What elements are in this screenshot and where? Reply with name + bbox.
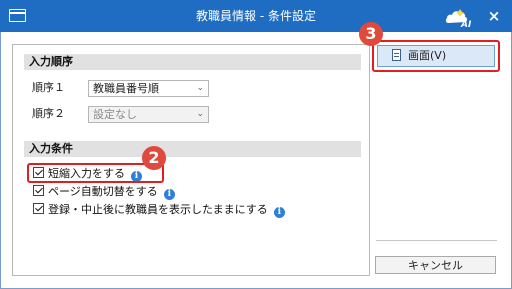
cancel-button[interactable]: キャンセル [375, 256, 496, 274]
sort-order-1-select[interactable]: 教職員番号順 ⌄ [88, 80, 209, 97]
keep-display-option[interactable]: 登録・中止後に教職員を表示したままにする i [33, 203, 285, 218]
keep-display-checkbox[interactable] [33, 203, 44, 214]
sort-order-2-select: 設定なし ⌄ [88, 106, 209, 123]
info-icon[interactable]: i [273, 207, 285, 218]
auto-page-switch-option[interactable]: ページ自動切替をする i [33, 185, 175, 200]
auto-page-switch-label: ページ自動切替をする [48, 185, 158, 198]
sort-section-heading: 入力順序 [24, 54, 361, 70]
chevron-down-icon: ⌄ [196, 83, 204, 93]
ai-assistant-icon[interactable]: AI [444, 5, 480, 29]
step-badge-3: 3 [359, 22, 383, 46]
sort-order-2-label: 順序２ [32, 107, 65, 120]
svg-text:AI: AI [460, 20, 472, 29]
keep-display-label: 登録・中止後に教職員を表示したままにする [48, 203, 268, 216]
highlight-frame-3 [372, 40, 500, 72]
sort-order-1-value: 教職員番号順 [93, 82, 159, 95]
settings-group [12, 44, 370, 276]
info-icon[interactable]: i [163, 189, 175, 200]
chevron-down-icon: ⌄ [196, 109, 204, 119]
highlight-frame-2 [27, 163, 164, 183]
sort-order-2-value: 設定なし [93, 108, 137, 121]
input-section-heading: 入力条件 [24, 141, 361, 157]
window-title: 教職員情報 - 条件設定 [196, 9, 316, 23]
step-badge-2: 2 [142, 146, 166, 170]
title-bar: 教職員情報 - 条件設定 AI × [0, 0, 512, 32]
sort-order-1-label: 順序１ [32, 81, 65, 94]
side-divider [376, 240, 497, 241]
close-icon[interactable]: × [484, 0, 504, 32]
auto-page-switch-checkbox[interactable] [33, 185, 44, 196]
